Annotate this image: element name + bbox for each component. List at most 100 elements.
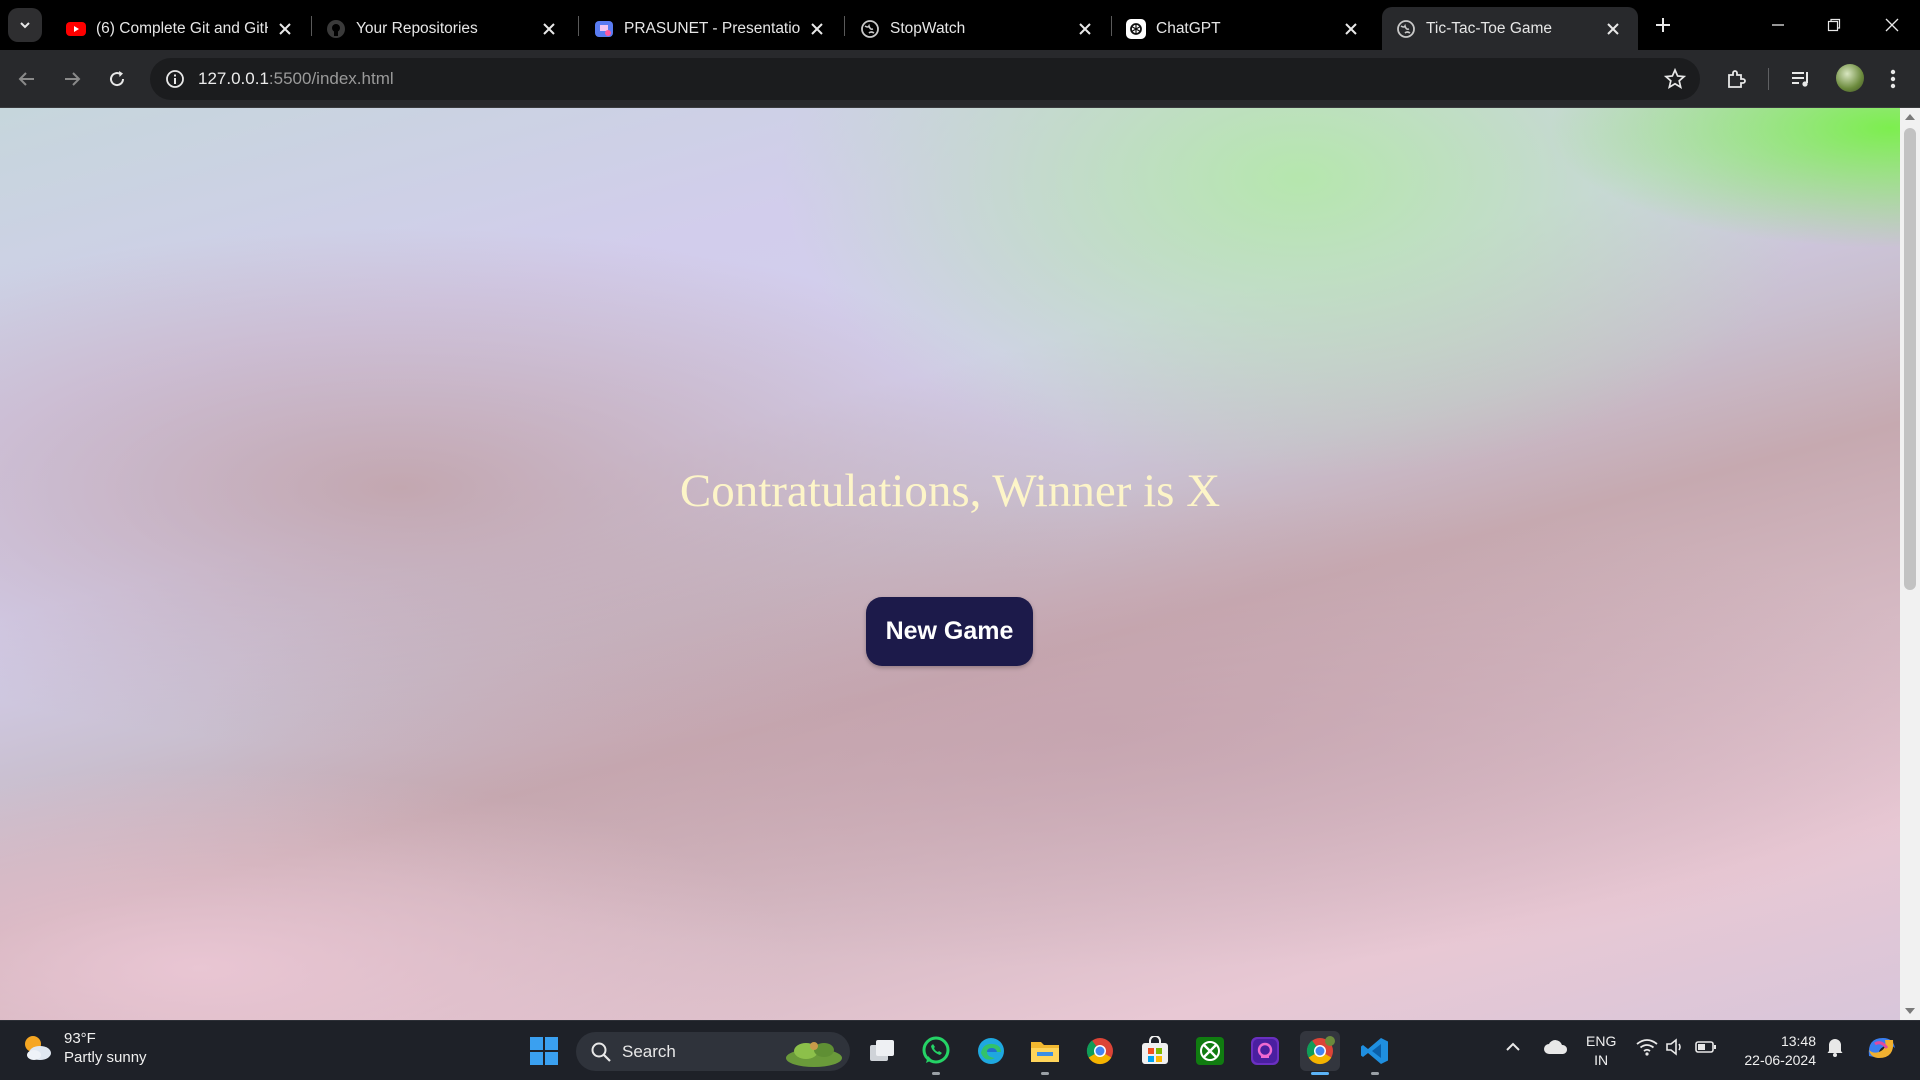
scroll-thumb[interactable] xyxy=(1904,128,1916,590)
close-icon[interactable] xyxy=(1074,18,1096,40)
tray-overflow-button[interactable] xyxy=(1501,1035,1525,1059)
clock-time: 13:48 xyxy=(1780,1033,1816,1049)
scroll-up-icon[interactable] xyxy=(1905,114,1915,120)
new-game-button[interactable]: New Game xyxy=(866,597,1033,666)
vertical-scrollbar[interactable] xyxy=(1900,108,1920,1020)
close-icon[interactable] xyxy=(538,18,560,40)
youtube-icon xyxy=(66,19,86,39)
chatgpt-icon xyxy=(1126,18,1146,39)
scroll-down-icon[interactable] xyxy=(1905,1008,1915,1014)
forward-button[interactable] xyxy=(57,64,87,94)
tab-prasunet[interactable]: PRASUNET - Presentation xyxy=(580,7,842,50)
weather-widget[interactable]: 93°F Partly sunny xyxy=(20,1029,147,1067)
new-tab-button[interactable] xyxy=(1650,12,1676,38)
tab-youtube[interactable]: (6) Complete Git and GitHub xyxy=(52,7,310,50)
speaker-icon xyxy=(1666,1038,1681,1056)
app-indicator xyxy=(1041,1072,1049,1075)
tab-stopwatch[interactable]: StopWatch xyxy=(846,7,1110,50)
plus-icon xyxy=(1656,18,1670,32)
taskbar-xbox[interactable] xyxy=(1190,1031,1230,1071)
back-button[interactable] xyxy=(12,64,42,94)
presentation-icon xyxy=(594,19,614,39)
taskbar-search[interactable]: Search xyxy=(576,1032,850,1071)
minimize-button[interactable] xyxy=(1758,8,1798,42)
browser-toolbar: 127.0.0.1:5500/index.html xyxy=(0,50,1920,108)
playlist-icon xyxy=(1792,72,1808,87)
taskbar-microsoft-store[interactable] xyxy=(1135,1031,1175,1071)
volume-button[interactable] xyxy=(1664,1035,1686,1059)
tab-github[interactable]: Your Repositories xyxy=(312,7,574,50)
bell-icon xyxy=(1827,1039,1843,1057)
tab-title: (6) Complete Git and GitHub xyxy=(96,19,268,37)
github-icon xyxy=(326,19,346,39)
tab-search-button[interactable] xyxy=(8,8,42,42)
reload-icon xyxy=(110,71,125,87)
tab-tic-tac-toe[interactable]: Tic-Tac-Toe Game xyxy=(1382,7,1638,50)
info-icon[interactable] xyxy=(164,68,186,90)
taskbar-task-view[interactable] xyxy=(862,1031,902,1071)
taskbar-clock[interactable]: 13:48 22-06-2024 xyxy=(1738,1032,1816,1070)
app-indicator xyxy=(1371,1072,1379,1075)
tab-title: Your Repositories xyxy=(356,19,478,37)
close-icon[interactable] xyxy=(1340,18,1362,40)
taskbar-chrome[interactable] xyxy=(1080,1031,1120,1071)
page-viewport: Contratulations, Winner is X New Game xyxy=(0,108,1900,1020)
language-indicator[interactable]: ENG IN xyxy=(1586,1032,1616,1070)
extensions-button[interactable] xyxy=(1721,64,1751,94)
weather-temperature: 93°F xyxy=(64,1030,96,1047)
notifications-button[interactable] xyxy=(1824,1035,1846,1059)
chevron-down-icon xyxy=(20,22,30,29)
battery-button[interactable] xyxy=(1694,1035,1718,1059)
taskbar-whatsapp[interactable] xyxy=(916,1031,956,1075)
close-icon xyxy=(1885,18,1899,32)
restore-button[interactable] xyxy=(1814,8,1854,42)
reload-button[interactable] xyxy=(102,64,132,94)
puzzle-icon xyxy=(1728,70,1746,88)
search-label: Search xyxy=(622,1041,676,1061)
battery-icon xyxy=(1695,1041,1716,1053)
globe-icon xyxy=(1396,19,1416,39)
close-window-button[interactable] xyxy=(1872,8,1912,42)
url-host: 127.0.0.1 xyxy=(198,69,269,88)
whatsapp-icon xyxy=(922,1036,950,1064)
media-control-button[interactable] xyxy=(1786,64,1816,94)
taskbar-chrome-active[interactable] xyxy=(1300,1031,1340,1075)
tab-separator xyxy=(578,16,579,36)
arrow-left-icon xyxy=(18,72,34,86)
tab-chatgpt[interactable]: ChatGPT xyxy=(1112,7,1376,50)
clock-date: 22-06-2024 xyxy=(1744,1052,1816,1068)
taskbar: 93°F Partly sunny Search ENG IN 13:48 22… xyxy=(0,1020,1920,1080)
tab-strip: (6) Complete Git and GitHub Your Reposit… xyxy=(0,0,1920,50)
windows-icon xyxy=(530,1037,558,1065)
copilot-button[interactable] xyxy=(1864,1033,1898,1063)
app-indicator xyxy=(1311,1072,1329,1075)
task-view-icon xyxy=(870,1040,894,1061)
profile-avatar[interactable] xyxy=(1836,64,1864,92)
close-icon[interactable] xyxy=(806,18,828,40)
xbox-icon xyxy=(1196,1037,1224,1065)
taskbar-file-explorer[interactable] xyxy=(1025,1031,1065,1075)
vscode-icon xyxy=(1361,1038,1388,1064)
tab-title: StopWatch xyxy=(890,19,966,37)
store-icon xyxy=(1142,1036,1168,1064)
taskbar-edge[interactable] xyxy=(971,1031,1011,1071)
wifi-button[interactable] xyxy=(1636,1035,1658,1059)
edge-icon xyxy=(978,1038,1004,1064)
search-highlight-icon xyxy=(786,1042,842,1067)
globe-icon xyxy=(860,19,880,39)
address-bar[interactable]: 127.0.0.1:5500/index.html xyxy=(150,58,1700,100)
menu-button[interactable] xyxy=(1878,64,1908,94)
taskbar-purple-app[interactable] xyxy=(1245,1031,1285,1071)
taskbar-vscode[interactable] xyxy=(1355,1031,1395,1075)
bookmark-star-icon[interactable] xyxy=(1663,67,1687,90)
tab-separator xyxy=(844,16,845,36)
start-button[interactable] xyxy=(524,1031,564,1071)
tab-title: ChatGPT xyxy=(1156,19,1221,37)
search-icon xyxy=(591,1042,611,1062)
onedrive-button[interactable] xyxy=(1541,1035,1571,1059)
restore-icon xyxy=(1827,18,1841,32)
weather-condition: Partly sunny xyxy=(64,1049,147,1066)
url-path: :5500/index.html xyxy=(268,69,394,88)
close-icon[interactable] xyxy=(274,18,296,40)
close-icon[interactable] xyxy=(1602,18,1624,40)
